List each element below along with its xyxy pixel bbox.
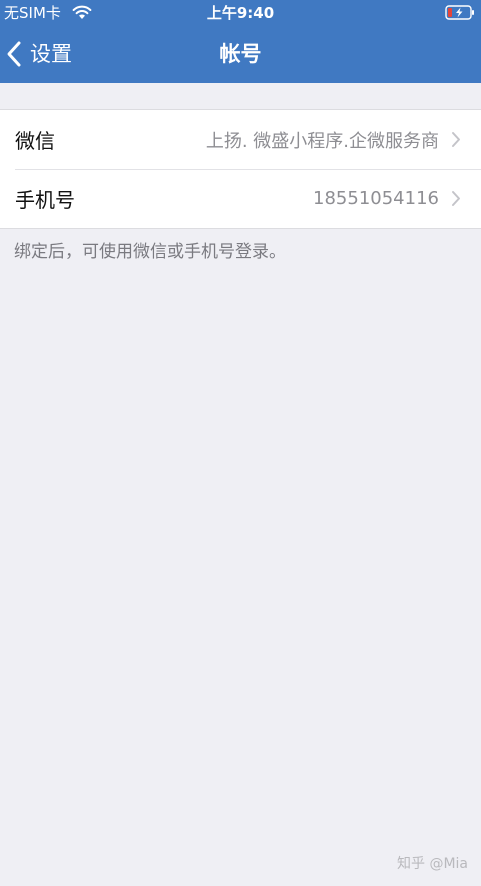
chevron-right-icon: [452, 132, 460, 147]
wechat-value: 上扬. 微盛小程序.企微服务商: [205, 130, 439, 152]
wechat-row[interactable]: 微信 上扬. 微盛小程序.企微服务商: [0, 110, 481, 169]
nav-bar: 设置 帐号: [0, 27, 481, 83]
wechat-label: 微信: [15, 129, 55, 153]
status-bar: 无SIM卡 上午9:40: [0, 0, 481, 27]
battery-charging-icon: [445, 5, 474, 20]
hint-text: 绑定后，可使用微信或手机号登录。: [14, 242, 286, 262]
status-time: 上午9:40: [206, 4, 275, 22]
app-header: 无SIM卡 上午9:40 设置 帐号: [0, 0, 481, 83]
chevron-right-icon: [452, 191, 460, 206]
watermark: 知乎 @Mia: [397, 856, 468, 872]
phone-label: 手机号: [15, 188, 75, 212]
account-list: 微信 上扬. 微盛小程序.企微服务商 手机号 18551054116: [0, 109, 481, 229]
phone-value: 18551054116: [313, 188, 439, 209]
page-title: 帐号: [219, 42, 262, 66]
phone-row[interactable]: 手机号 18551054116: [0, 169, 481, 228]
